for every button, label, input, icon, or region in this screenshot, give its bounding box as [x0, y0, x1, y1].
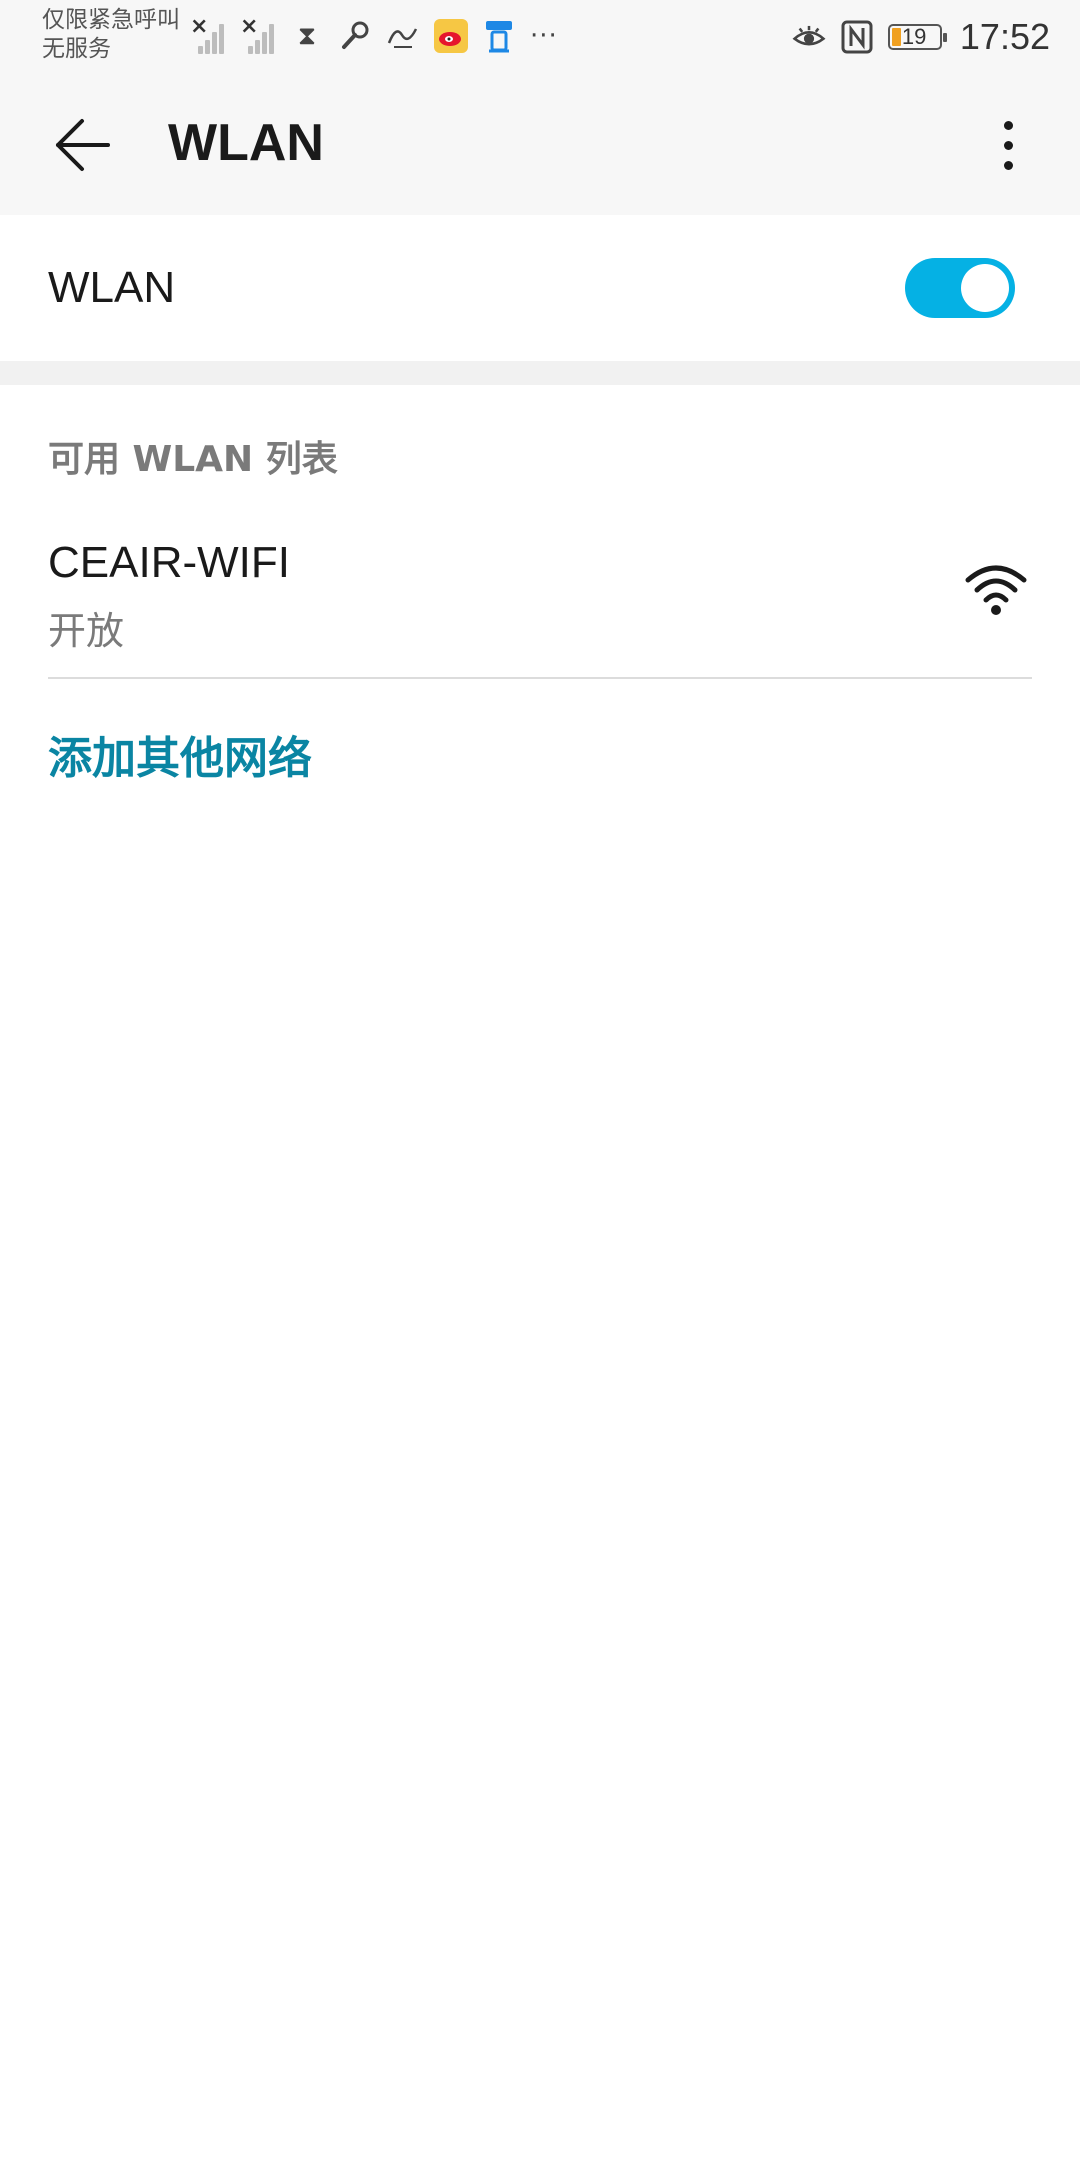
add-other-network-link[interactable]: 添加其他网络: [48, 722, 312, 786]
signal-1-no-service-icon: ×: [190, 14, 226, 56]
more-options-button[interactable]: [966, 103, 1050, 187]
status-icons-right: 19 17:52: [792, 12, 1050, 62]
more-notifications-indicator: ···: [530, 21, 558, 51]
status-time: 17:52: [959, 16, 1050, 57]
page-title: WLAN: [168, 114, 324, 172]
more-vertical-icon: [1003, 120, 1013, 130]
available-networks-header: 可用 WLAN 列表: [48, 439, 338, 480]
wifi-full-icon: [965, 565, 1027, 615]
hourglass-icon: ⧗: [297, 20, 317, 51]
arrow-left-icon: [56, 119, 110, 171]
app-bar: WLAN: [0, 75, 1080, 215]
battery-icon: 19: [887, 24, 947, 50]
status-icons-left: × × ⧗ ···: [190, 14, 558, 58]
wlan-toggle-label: WLAN: [48, 263, 176, 312]
weibo-icon: [434, 19, 468, 53]
nfc-icon: [840, 20, 874, 54]
carrier-line-1: 仅限紧急呼叫: [42, 7, 180, 33]
wlan-toggle-row[interactable]: WLAN: [0, 215, 1080, 361]
signal-2-no-service-icon: ×: [240, 14, 276, 56]
taobao-app-icon: [482, 19, 516, 53]
battery-level: 19: [901, 24, 927, 49]
wlan-switch[interactable]: [905, 258, 1015, 318]
xuexi-app-icon: [386, 19, 420, 53]
network-security: 开放: [48, 609, 125, 653]
carrier-text: 仅限紧急呼叫 无服务: [42, 6, 180, 64]
network-list-item[interactable]: CEAIR-WIFI 开放: [0, 520, 1080, 678]
key-icon: [338, 19, 372, 53]
status-bar: 仅限紧急呼叫 无服务 × × ⧗ ··· 19 17:52: [0, 0, 1080, 75]
back-button[interactable]: [40, 103, 124, 187]
section-divider: [0, 361, 1080, 385]
list-divider: [48, 677, 1032, 679]
eye-comfort-icon: [792, 20, 826, 54]
carrier-line-2: 无服务: [42, 36, 111, 62]
network-ssid: CEAIR-WIFI: [48, 538, 290, 587]
switch-knob: [961, 264, 1009, 312]
